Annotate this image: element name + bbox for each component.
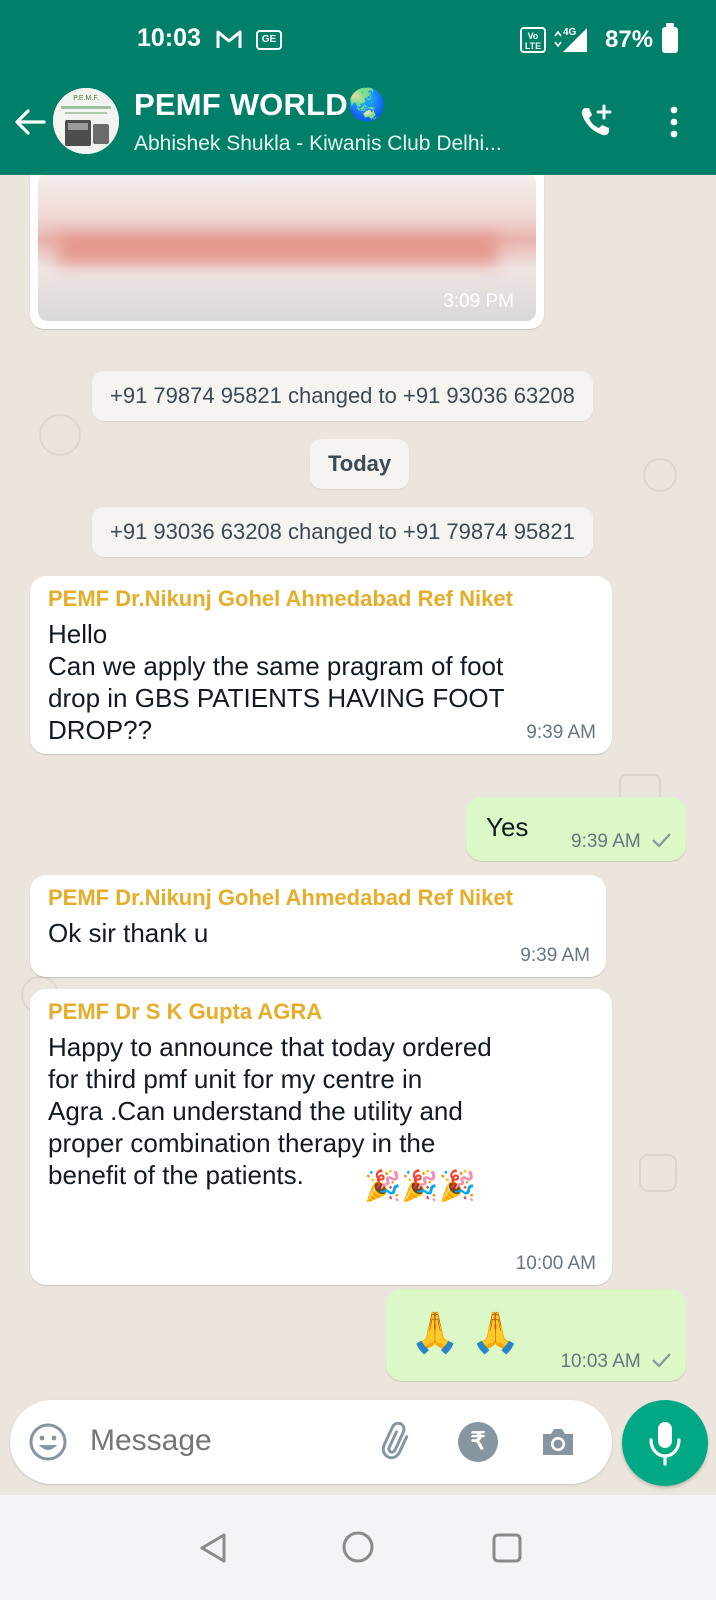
sender-name[interactable]: PEMF Dr.Nikunj Gohel Ahmedabad Ref Niket	[48, 885, 588, 911]
sent-check-icon	[652, 833, 671, 848]
message-time: 10:00 AM	[515, 1253, 596, 1274]
back-arrow-icon[interactable]	[12, 104, 48, 140]
message-text: Yes	[486, 812, 529, 842]
image-message[interactable]: 3:09 PM	[30, 175, 544, 329]
status-time: 10:03	[137, 24, 201, 52]
add-call-icon[interactable]	[578, 104, 614, 140]
app-header: 10:03 GE Vo LTE 4G 87% P.E.M.F. PEMF WOR…	[0, 0, 716, 175]
network-label: 4G	[563, 27, 577, 38]
system-nav-bar	[0, 1495, 716, 1600]
folded-hands-emoji: 🙏 🙏	[410, 1311, 521, 1355]
volte-icon: Vo LTE	[520, 27, 546, 53]
voice-message-button[interactable]	[622, 1400, 708, 1486]
incoming-message[interactable]: PEMF Dr.Nikunj Gohel Ahmedabad Ref Niket…	[30, 576, 612, 754]
attach-icon[interactable]	[378, 1421, 418, 1462]
svg-text:P.E.M.F.: P.E.M.F.	[73, 95, 99, 102]
more-options-icon[interactable]	[662, 104, 686, 140]
message-time: 9:39 AM	[526, 722, 596, 743]
message-time: 3:09 PM	[443, 291, 514, 312]
message-composer: ₹	[10, 1400, 612, 1484]
message-time: 9:39 AM	[520, 945, 590, 966]
chat-subtitle[interactable]: Abhishek Shukla - Kiwanis Club Delhi...	[134, 132, 502, 156]
camera-icon[interactable]	[538, 1422, 578, 1462]
message-text: Hello Can we apply the same pragram of f…	[48, 619, 505, 745]
battery-percent: 87%	[605, 26, 654, 53]
4g-signal-icon: 4G	[553, 24, 589, 54]
battery-icon	[662, 23, 678, 53]
outgoing-message[interactable]: 🙏 🙏 10:03 AM	[386, 1289, 686, 1381]
message-text: Happy to announce that today ordered for…	[48, 1032, 492, 1190]
message-meta: 10:03 AM	[560, 1351, 672, 1373]
message-text: Ok sir thank u	[48, 918, 209, 948]
chat-area[interactable]: 3:09 PM +91 79874 95821 changed to +91 9…	[0, 175, 716, 1495]
message-time: 9:39 AM	[571, 831, 641, 852]
system-notice: +91 93036 63208 changed to +91 79874 958…	[92, 507, 593, 557]
nav-recents-icon[interactable]	[490, 1531, 524, 1570]
outgoing-message[interactable]: Yes 9:39 AM	[466, 797, 686, 861]
group-avatar[interactable]: P.E.M.F.	[53, 88, 119, 154]
message-meta: 9:39 AM	[571, 831, 672, 853]
incoming-message[interactable]: PEMF Dr S K Gupta AGRA Happy to announce…	[30, 989, 612, 1285]
ge-icon: GE	[256, 30, 282, 50]
chat-title[interactable]: PEMF WORLD🌏	[134, 86, 387, 123]
incoming-message[interactable]: PEMF Dr.Nikunj Gohel Ahmedabad Ref Niket…	[30, 875, 606, 977]
date-divider: Today	[310, 439, 410, 489]
sender-name[interactable]: PEMF Dr.Nikunj Gohel Ahmedabad Ref Niket	[48, 586, 594, 612]
payment-rupee-icon[interactable]: ₹	[458, 1422, 498, 1462]
sent-check-icon	[652, 1353, 671, 1368]
sender-name[interactable]: PEMF Dr S K Gupta AGRA	[48, 999, 594, 1025]
nav-back-icon[interactable]	[196, 1531, 230, 1570]
message-input[interactable]	[90, 1424, 350, 1458]
gmail-icon	[216, 28, 242, 50]
message-time: 10:03 AM	[560, 1351, 641, 1372]
emoji-icon[interactable]	[28, 1422, 68, 1462]
status-bar: 10:03 GE Vo LTE 4G 87%	[0, 0, 716, 80]
system-notice: +91 79874 95821 changed to +91 93036 632…	[92, 371, 593, 421]
microphone-icon	[649, 1422, 681, 1466]
nav-home-icon[interactable]	[340, 1529, 376, 1570]
party-popper-emoji: 🎉🎉🎉	[364, 1170, 477, 1203]
